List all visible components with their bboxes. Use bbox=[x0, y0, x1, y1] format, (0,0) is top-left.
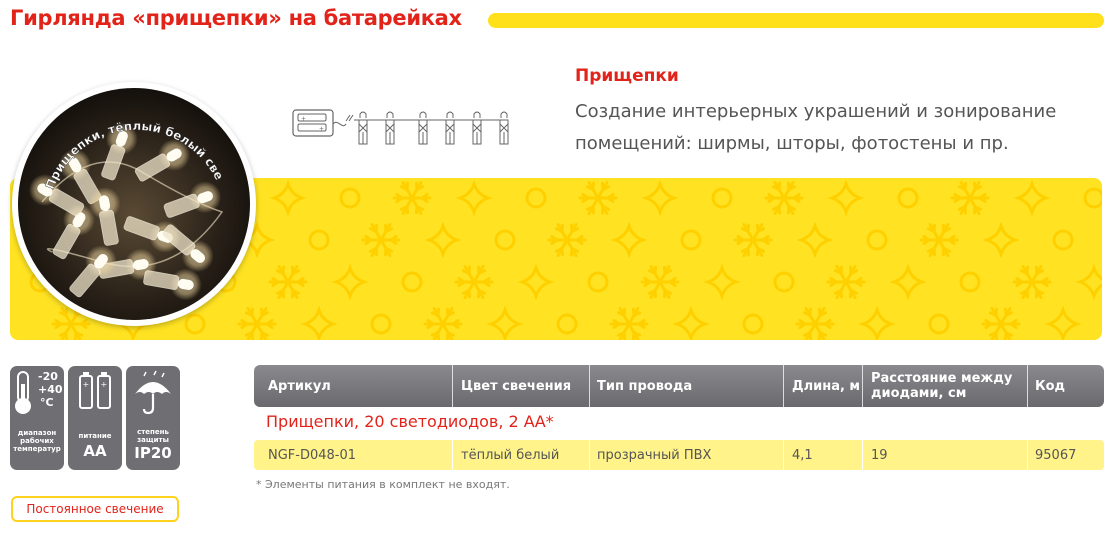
cell-code: 95067 bbox=[1035, 447, 1077, 463]
description-title: Прищепки bbox=[575, 66, 679, 86]
protection-label: степень защиты bbox=[137, 428, 169, 444]
svg-text:+: + bbox=[301, 116, 306, 123]
cell-article: NGF-D048-01 bbox=[268, 447, 357, 463]
cell-length: 4,1 bbox=[792, 447, 813, 463]
temp-high: +40 bbox=[38, 383, 63, 396]
cell-color: тёплый белый bbox=[461, 447, 560, 463]
row-divider bbox=[589, 440, 590, 470]
temperature-spec: -20 +40 °C диапазон рабочих температур bbox=[10, 366, 64, 470]
title-accent-bar bbox=[488, 13, 1104, 28]
protection-spec: степень защиты IP20 bbox=[126, 366, 180, 470]
table-header: Артикул Цвет свечения Тип провода Длина,… bbox=[254, 365, 1104, 407]
power-spec: + + питание AA bbox=[68, 366, 122, 470]
cell-spacing: 19 bbox=[871, 447, 888, 463]
power-value: AA bbox=[83, 442, 107, 460]
col-header-color: Цвет свечения bbox=[461, 378, 572, 394]
protection-value: IP20 bbox=[134, 444, 172, 462]
temp-low: -20 bbox=[38, 370, 58, 383]
product-photo: Прищепки, тёплый белый свет bbox=[12, 82, 256, 326]
header-divider bbox=[589, 365, 590, 407]
page-title: Гирлянда «прищепки» на батарейках bbox=[10, 6, 462, 30]
table-row: NGF-D048-01 тёплый белый прозрачный ПВХ … bbox=[254, 440, 1104, 470]
umbrella-icon bbox=[135, 370, 171, 415]
constant-glow-badge: Постоянное свечение bbox=[11, 496, 179, 522]
col-header-length: Длина, м bbox=[792, 378, 861, 394]
row-divider bbox=[783, 440, 784, 470]
table-group-title: Прищепки, 20 светодиодов, 2 АА* bbox=[266, 412, 554, 431]
header-divider bbox=[783, 365, 784, 407]
svg-text:+: + bbox=[319, 126, 324, 133]
header-divider bbox=[452, 365, 453, 407]
garland-diagram: + + bbox=[292, 104, 512, 152]
thermometer-icon: -20 +40 °C bbox=[15, 370, 63, 414]
battery-icon: + + bbox=[79, 372, 111, 409]
col-header-article: Артикул bbox=[268, 378, 331, 394]
cell-wire: прозрачный ПВХ bbox=[597, 447, 712, 463]
svg-text:+: + bbox=[101, 380, 108, 389]
description-text: Создание интерьерных украшений и зониров… bbox=[575, 101, 1057, 154]
col-header-code: Код bbox=[1035, 378, 1066, 394]
col-header-spacing: Расстояние между диодами, см bbox=[871, 371, 1013, 401]
temp-unit: °C bbox=[40, 396, 54, 409]
svg-text:+: + bbox=[83, 380, 90, 389]
row-divider bbox=[862, 440, 863, 470]
temperature-label: диапазон рабочих температур bbox=[13, 429, 61, 453]
power-label: питание bbox=[78, 432, 112, 440]
header-divider bbox=[862, 365, 863, 407]
header-divider bbox=[1027, 365, 1028, 407]
row-divider bbox=[452, 440, 453, 470]
footnote: * Элементы питания в комплект не входят. bbox=[256, 478, 510, 491]
row-divider bbox=[1027, 440, 1028, 470]
col-header-wire: Тип провода bbox=[597, 378, 693, 394]
